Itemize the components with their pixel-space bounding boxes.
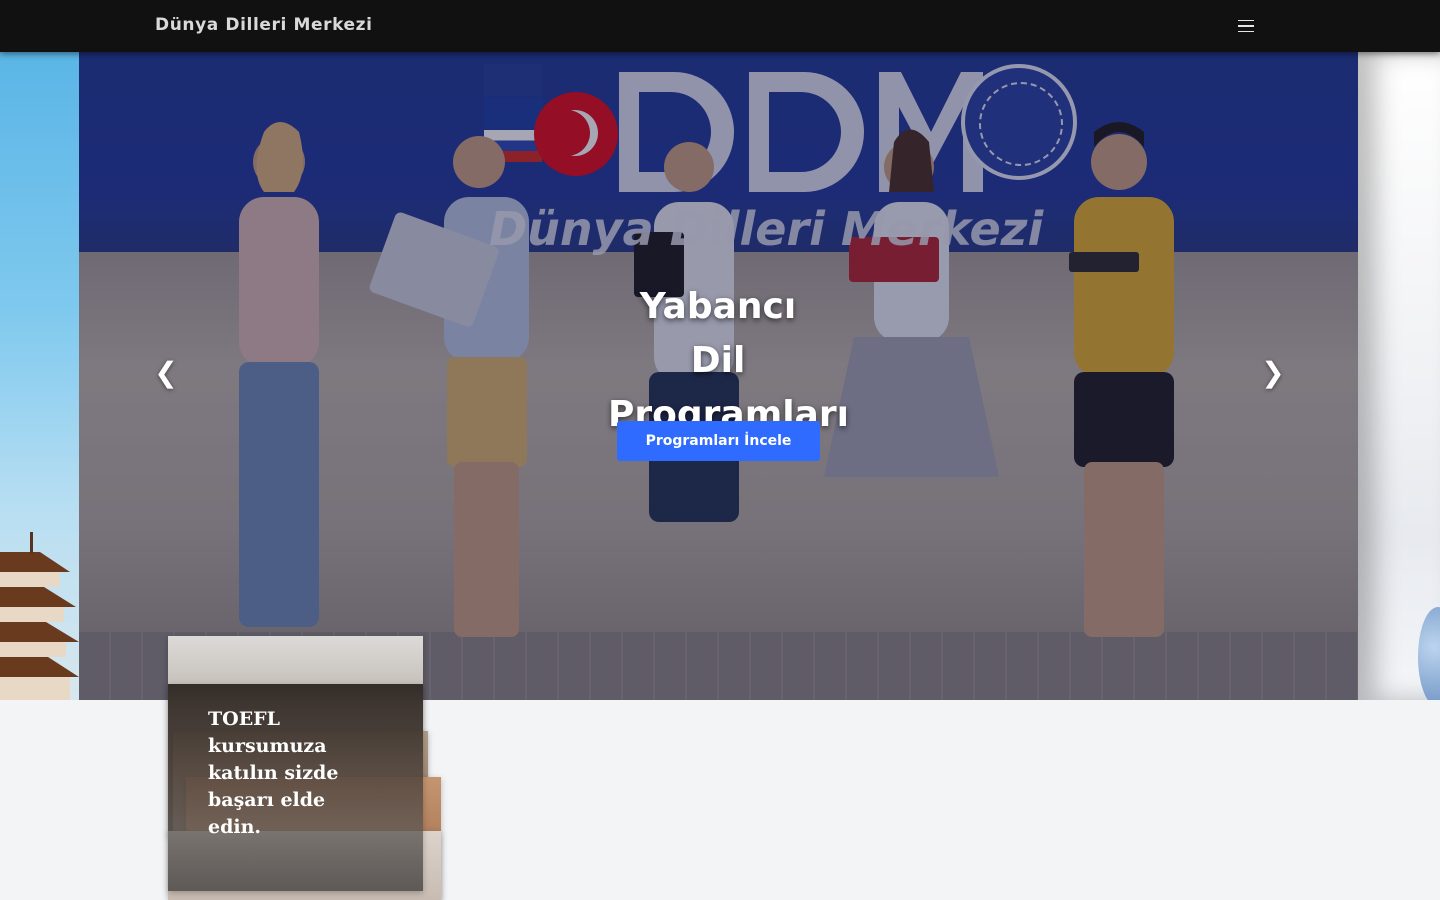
pagoda-image (0, 532, 79, 700)
hamburger-icon[interactable] (1234, 16, 1258, 36)
hero-carousel: Dünya Dilleri Merkezi Yabancı Dil Progra… (0, 52, 1440, 700)
hamburger-bar (1238, 19, 1254, 22)
hamburger-bar (1238, 25, 1254, 27)
carousel-slide-active: Dünya Dilleri Merkezi Yabancı Dil Progra… (79, 52, 1358, 700)
chevron-right-icon[interactable]: ❯ (1258, 358, 1288, 388)
view-programs-button[interactable]: Programları İncele (617, 421, 820, 461)
carousel-slide-previous-peek (0, 52, 79, 700)
course-card-text: TOEFL kursumuza katılın sizde başarı eld… (208, 708, 339, 838)
top-navbar: Dünya Dilleri Merkezi (0, 0, 1440, 52)
chevron-left-icon[interactable]: ❮ (151, 358, 181, 388)
brand-logo-link[interactable]: Dünya Dilleri Merkezi (155, 15, 373, 35)
toefl-course-card[interactable]: TOEFL kursumuza katılın sizde başarı eld… (168, 684, 423, 891)
hero-title: Yabancı Dil Programları (608, 286, 849, 435)
carousel-slide-next-peek (1358, 52, 1440, 700)
hamburger-bar (1238, 30, 1254, 33)
